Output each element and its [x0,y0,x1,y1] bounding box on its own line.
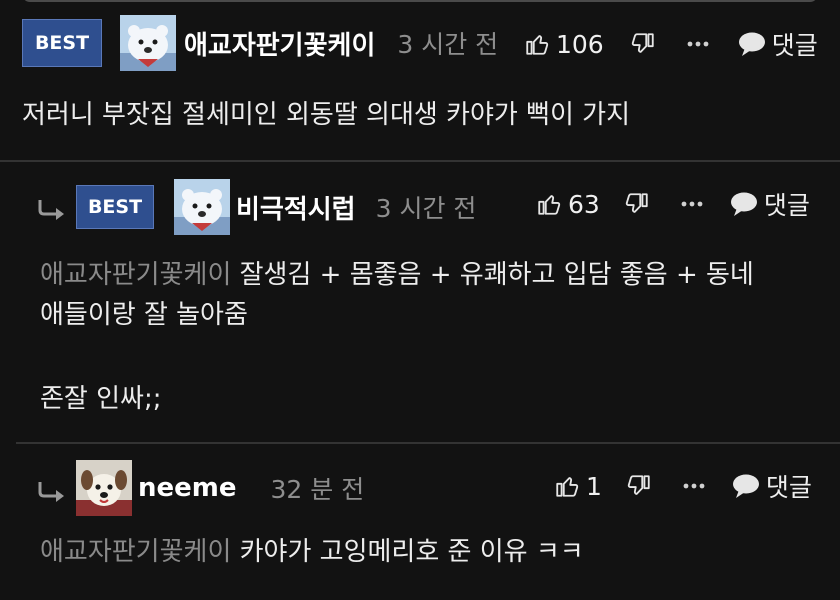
avatar[interactable] [120,15,176,71]
speech-bubble-icon [732,474,759,498]
author-nickname[interactable]: 비극적시럽 [236,189,356,226]
thumbs-down-icon [625,193,648,213]
like-count: 63 [568,189,600,219]
reply-button[interactable]: 댓글 [732,468,812,504]
author-nickname[interactable]: neeme [138,473,237,503]
more-dots-icon [683,483,705,489]
divider [16,442,840,444]
like-button[interactable]: 106 [524,30,604,59]
comment-text: 애교자판기꽃케이 카야가 고잉메리호 준 이유 ㅋㅋ [40,537,584,567]
comment-text: 애교자판기꽃케이 잘생김 + 몸좋음 + 유쾌하고 입담 좋음 + 동네 애들이… [40,255,754,419]
dog-avatar-icon [76,460,132,516]
best-badge: BEST [76,185,154,229]
more-button[interactable] [686,39,710,49]
dislike-button[interactable] [624,191,650,217]
thumbs-down-icon [631,33,654,53]
polar-bear-avatar-icon [174,179,230,235]
mention-nickname[interactable]: 애교자판기꽃케이 [40,260,231,290]
reply-label: 댓글 [765,473,812,502]
thumbs-up-icon [538,195,561,215]
avatar[interactable] [76,460,132,516]
speech-bubble-icon [738,32,765,56]
more-dots-icon [681,201,703,207]
reply-button[interactable]: 댓글 [730,186,810,222]
comment-text-line-3: 존잘 인싸;; [40,384,162,414]
comment-time: 32 분 전 [270,475,365,504]
like-count: 1 [586,471,602,501]
divider [0,160,840,162]
comment-time: 3 시간 전 [375,194,477,223]
more-button[interactable] [682,481,706,491]
reply-label: 댓글 [771,31,818,60]
thumbs-up-icon [556,477,579,497]
more-dots-icon [687,41,709,47]
best-badge: BEST [22,19,102,67]
reply-button[interactable]: 댓글 [738,26,818,62]
author-nickname[interactable]: 애교자판기꽃케이 [184,25,375,62]
comment-time: 3 시간 전 [397,30,499,59]
dislike-button[interactable] [630,31,656,57]
like-button[interactable]: 1 [554,472,602,501]
thumbs-down-icon [627,475,650,495]
comment-text: 저러니 부잣집 절세미인 외동딸 의대생 카야가 뻑이 가지 [22,100,631,130]
dislike-button[interactable] [626,473,652,499]
avatar[interactable] [174,179,230,235]
reply-label: 댓글 [763,191,810,220]
like-count: 106 [556,29,604,59]
more-button[interactable] [680,199,704,209]
mention-nickname[interactable]: 애교자판기꽃케이 [40,537,231,567]
comment-text-line-2: 애들이랑 잘 놀아줌 [40,300,248,330]
thumbs-up-icon [526,35,549,55]
polar-bear-avatar-icon [120,15,176,71]
like-button[interactable]: 63 [536,190,600,219]
speech-bubble-icon [730,192,757,216]
reply-arrow-icon [38,200,64,220]
comment-text-line-1: 애교자판기꽃케이 잘생김 + 몸좋음 + 유쾌하고 입담 좋음 + 동네 [40,260,754,290]
previous-comment-box [22,0,818,2]
reply-arrow-icon [38,482,64,502]
